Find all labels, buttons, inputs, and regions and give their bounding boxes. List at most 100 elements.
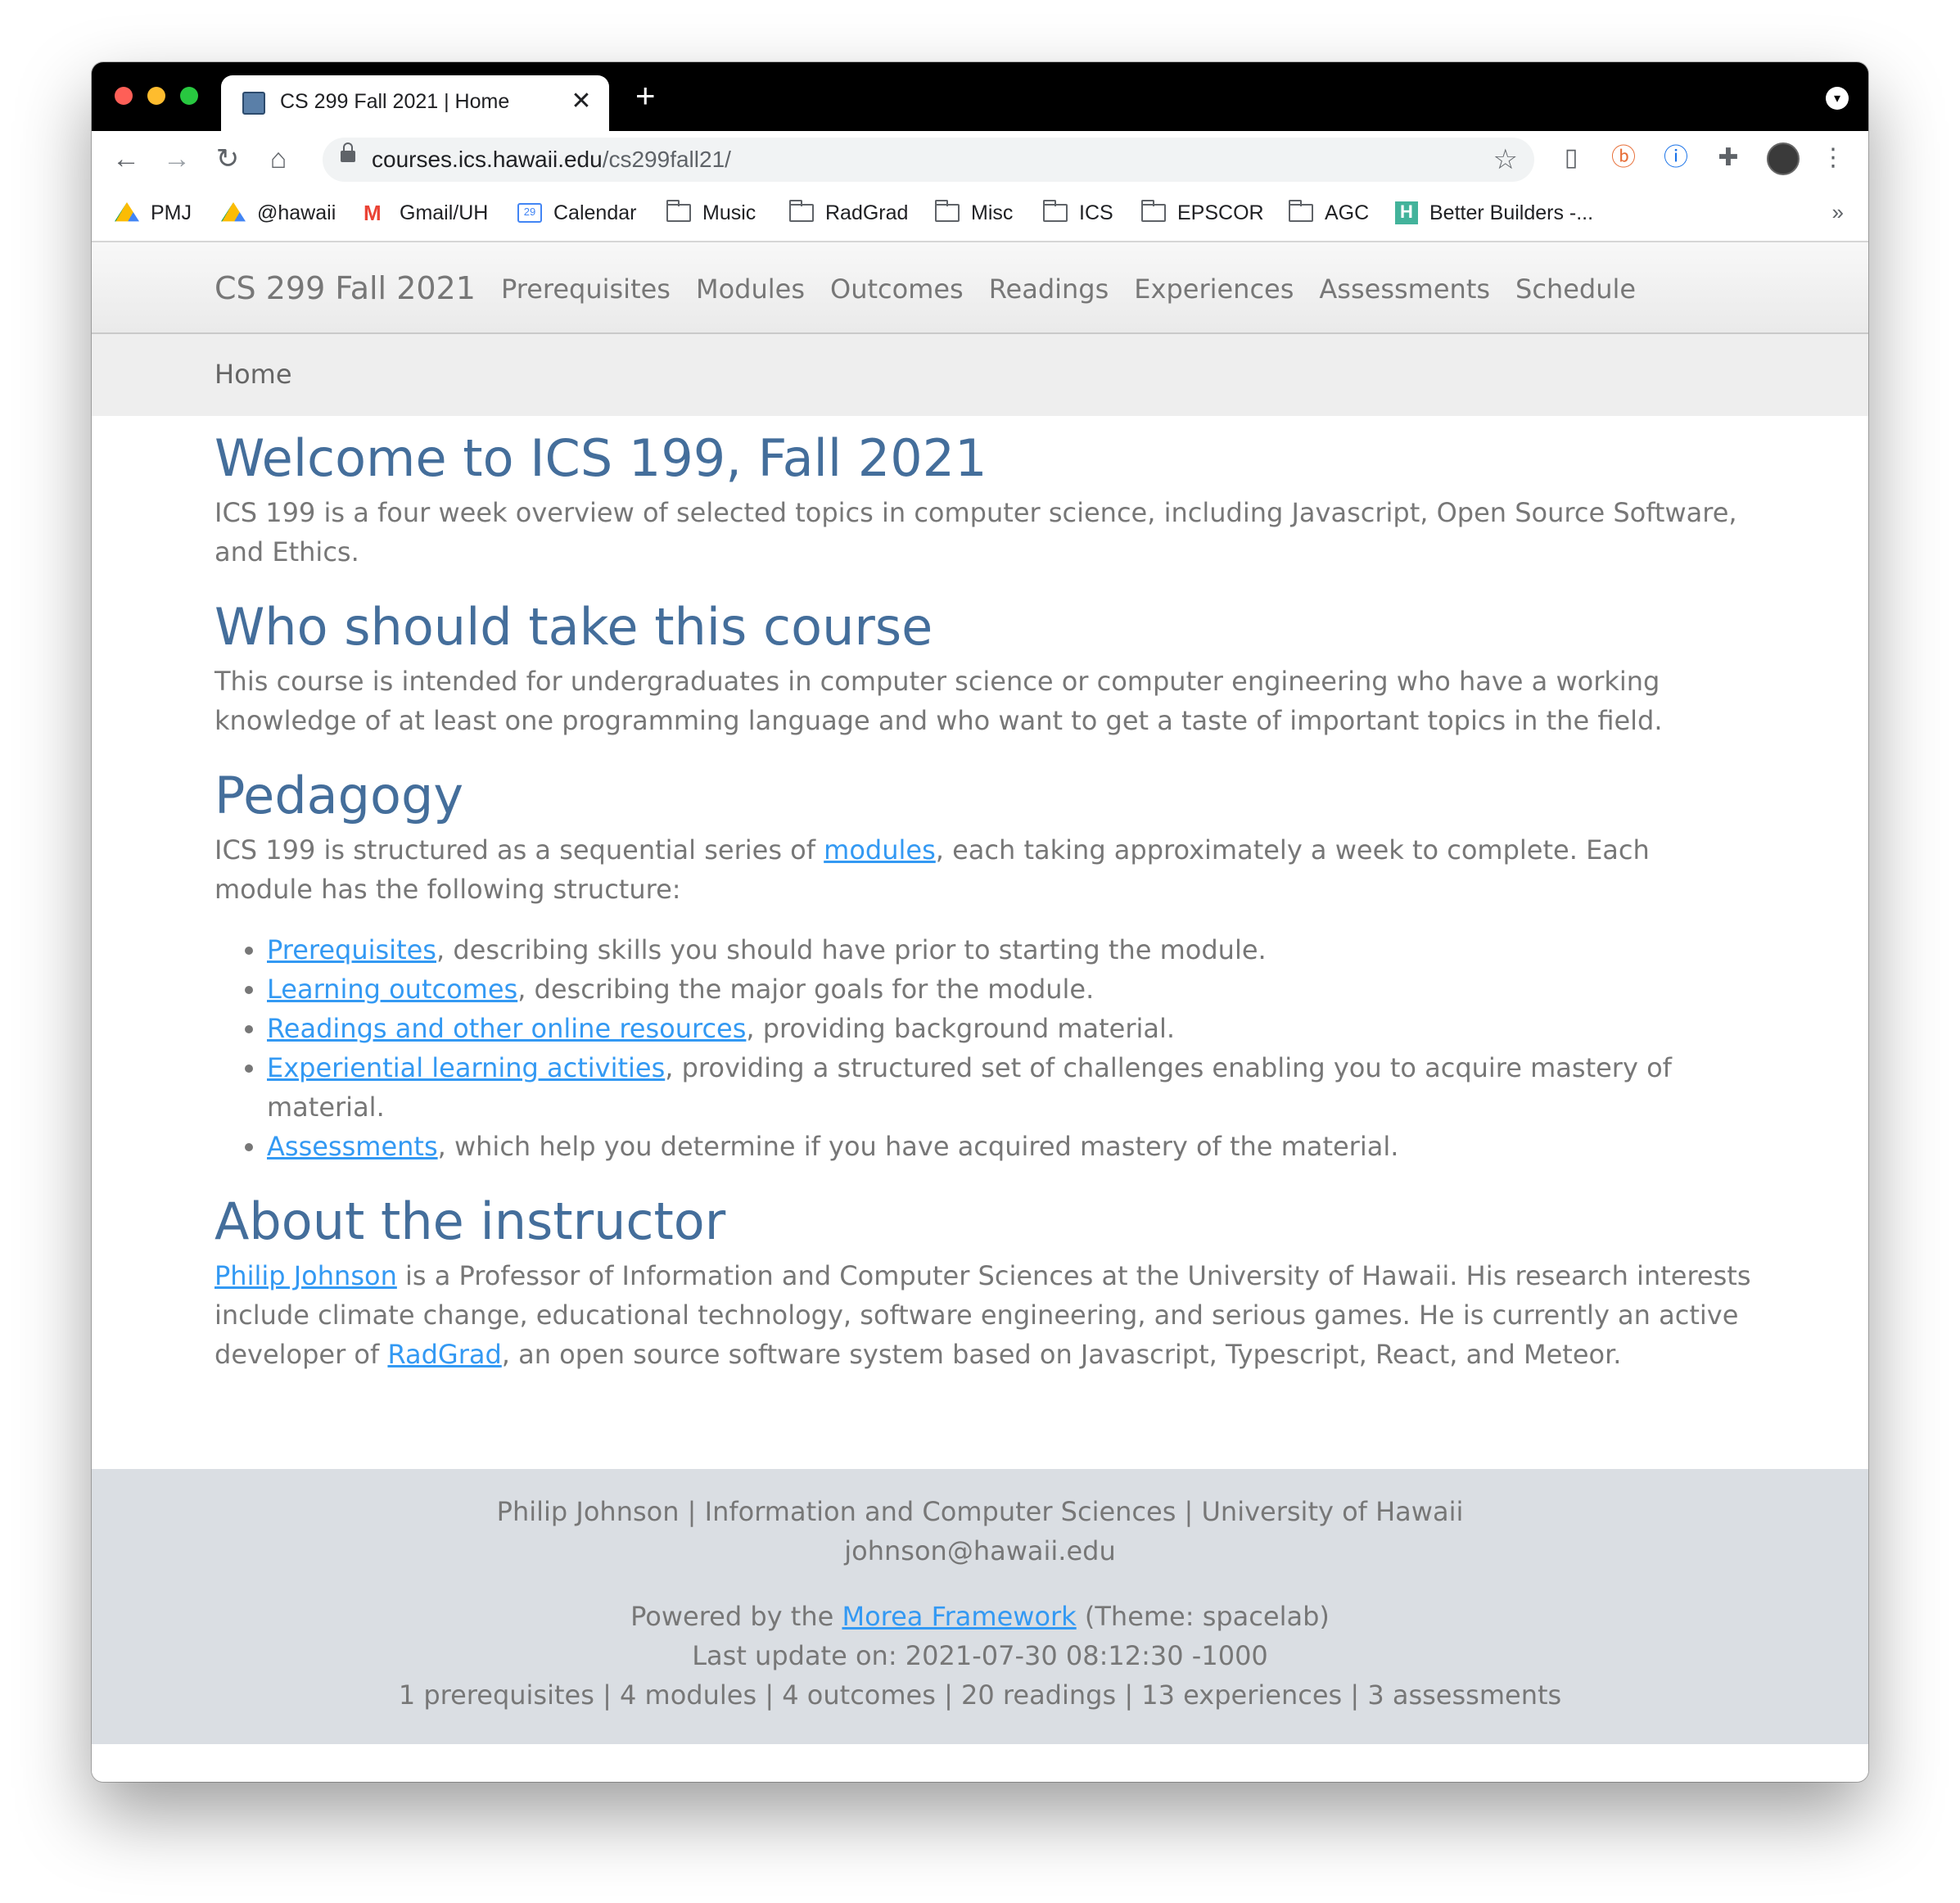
morea-framework-link[interactable]: Morea Framework xyxy=(842,1601,1076,1632)
nav-readings[interactable]: Readings xyxy=(989,273,1109,305)
bookmark-label: Gmail/UH xyxy=(400,201,489,224)
back-arrow-icon[interactable]: ← xyxy=(110,142,142,175)
footer-affiliation: Philip Johnson | Information and Compute… xyxy=(496,1496,1464,1527)
list-item-text: , describing skills you should have prio… xyxy=(436,934,1267,965)
powered-text: (Theme: spacelab) xyxy=(1076,1601,1330,1632)
pedagogy-text: ICS 199 is structured as a sequential se… xyxy=(215,834,824,866)
active-tab[interactable]: CS 299 Fall 2021 | Home ✕ xyxy=(221,75,609,131)
new-tab-button[interactable]: + xyxy=(635,79,656,113)
bookmark-pmj[interactable]: PMJ xyxy=(115,198,192,228)
instructor-text: , an open source software system based o… xyxy=(501,1339,1622,1370)
bookmark-folder-music[interactable]: Music xyxy=(666,198,756,228)
reload-icon[interactable]: ↻ xyxy=(211,142,244,175)
favicon-icon xyxy=(242,92,265,115)
main-content: Welcome to ICS 199, Fall 2021 ICS 199 is… xyxy=(215,416,1754,1374)
password-manager-icon[interactable]: ⓘ xyxy=(1660,142,1691,174)
more-bookmarks-chevron-icon[interactable]: » xyxy=(1832,200,1844,225)
menu-kebab-icon[interactable]: ⋮ xyxy=(1818,142,1849,174)
list-item-text: , which help you determine if you have a… xyxy=(437,1131,1399,1162)
footer-stats: 1 prerequisites | 4 modules | 4 outcomes… xyxy=(398,1679,1562,1711)
footer-powered-by: Powered by the Morea Framework (Theme: s… xyxy=(92,1597,1868,1636)
bookmarks-bar: PMJ @hawaii M Gmail/UH 29 Calendar Music R… xyxy=(92,187,1868,242)
bookmark-better-builders[interactable]: H Better Builders -... xyxy=(1395,198,1593,228)
bookmark-folder-radgrad[interactable]: RadGrad xyxy=(789,198,908,228)
prerequisites-link[interactable]: Prerequisites xyxy=(267,934,436,965)
bookmark-star-icon[interactable]: ☆ xyxy=(1493,143,1518,176)
bookmark-label: AGC xyxy=(1325,201,1370,224)
browser-toolbar: ← → ↻ ⌂ courses.ics.hawaii.edu/cs299fall… xyxy=(92,131,1868,187)
minimize-window-button[interactable] xyxy=(147,87,165,105)
footer-last-update: Last update on: 2021-07-30 08:12:30 -100… xyxy=(692,1640,1268,1671)
tab-title: CS 299 Fall 2021 | Home xyxy=(280,90,510,113)
who-paragraph: This course is intended for undergraduat… xyxy=(215,666,1663,736)
site-footer: Philip Johnson | Information and Compute… xyxy=(92,1469,1868,1744)
nav-assessments[interactable]: Assessments xyxy=(1319,273,1490,305)
footer-email: johnson@hawaii.edu xyxy=(844,1535,1116,1566)
zoom-window-button[interactable] xyxy=(180,87,198,105)
close-window-button[interactable] xyxy=(115,87,133,105)
forward-arrow-icon[interactable]: → xyxy=(160,142,193,175)
extensions-puzzle-icon[interactable]: ✚ xyxy=(1713,142,1744,174)
nav-outcomes[interactable]: Outcomes xyxy=(830,273,964,305)
folder-icon xyxy=(1043,200,1068,222)
breadcrumb: Home xyxy=(92,334,1868,416)
folder-icon xyxy=(789,200,814,222)
bookmark-folder-misc[interactable]: Misc xyxy=(935,198,1013,228)
folder-icon xyxy=(1141,200,1166,222)
philip-johnson-link[interactable]: Philip Johnson xyxy=(215,1260,397,1291)
radgrad-link[interactable]: RadGrad xyxy=(387,1339,501,1370)
google-drive-icon xyxy=(221,202,246,222)
list-item: Assessments, which help you determine if… xyxy=(267,1127,1754,1166)
who-heading: Who should take this course xyxy=(215,597,933,657)
powered-text: Powered by the xyxy=(630,1601,842,1632)
assessments-link[interactable]: Assessments xyxy=(267,1131,438,1162)
list-item: Readings and other online resources, pro… xyxy=(267,1009,1754,1048)
site-brand[interactable]: CS 299 Fall 2021 xyxy=(215,270,476,306)
page-content: CS 299 Fall 2021 Prerequisites Modules O… xyxy=(92,242,1868,1782)
bookmark-calendar[interactable]: 29 Calendar xyxy=(517,198,636,228)
google-drive-icon xyxy=(115,202,139,222)
bookmark-label: ICS xyxy=(1079,201,1113,224)
list-item: Experiential learning activities, provid… xyxy=(267,1048,1754,1127)
browser-window: CS 299 Fall 2021 | Home ✕ + ▾ ← → ↻ ⌂ co… xyxy=(92,62,1868,1782)
learning-outcomes-link[interactable]: Learning outcomes xyxy=(267,974,517,1005)
readings-link[interactable]: Readings and other online resources xyxy=(267,1013,746,1044)
lock-icon[interactable] xyxy=(341,142,355,162)
nav-links: Prerequisites Modules Outcomes Readings … xyxy=(501,273,1636,305)
address-bar[interactable]: courses.ics.hawaii.edu/cs299fall21/ ☆ xyxy=(323,138,1534,182)
bookmark-label: PMJ xyxy=(151,201,192,224)
bookmark-gmail[interactable]: M Gmail/UH xyxy=(364,198,488,228)
list-item-text: , describing the major goals for the mod… xyxy=(517,974,1095,1005)
experiential-activities-link[interactable]: Experiential learning activities xyxy=(267,1052,665,1083)
nav-modules[interactable]: Modules xyxy=(696,273,805,305)
folder-icon xyxy=(1289,200,1313,222)
b-extension-icon[interactable]: ⓑ xyxy=(1608,142,1639,174)
breadcrumb-home: Home xyxy=(215,359,292,390)
url-text[interactable]: courses.ics.hawaii.edu/cs299fall21/ xyxy=(372,147,731,173)
site-navbar: CS 299 Fall 2021 Prerequisites Modules O… xyxy=(92,242,1868,334)
modules-link[interactable]: modules xyxy=(824,834,936,866)
bookmark-folder-epscor[interactable]: EPSCOR xyxy=(1141,198,1264,228)
bookmark-hawaii[interactable]: @hawaii xyxy=(221,198,336,228)
nav-schedule[interactable]: Schedule xyxy=(1515,273,1636,305)
instructor-paragraph: Philip Johnson is a Professor of Informa… xyxy=(215,1256,1754,1374)
gmail-icon: M xyxy=(364,200,382,225)
close-tab-icon[interactable]: ✕ xyxy=(567,87,596,116)
bookmark-folder-ics[interactable]: ICS xyxy=(1043,198,1113,228)
home-icon[interactable]: ⌂ xyxy=(262,142,295,175)
folder-icon xyxy=(935,200,960,222)
bookmark-label: RadGrad xyxy=(825,201,909,224)
bookmark-label: EPSCOR xyxy=(1177,201,1264,224)
calendar-icon: 29 xyxy=(517,203,542,223)
module-structure-list: Prerequisites, describing skills you sho… xyxy=(215,930,1754,1166)
nav-experiences[interactable]: Experiences xyxy=(1134,273,1294,305)
bookmark-label: @hawaii xyxy=(257,201,336,224)
tab-search-icon[interactable]: ▾ xyxy=(1826,87,1849,110)
profile-avatar[interactable] xyxy=(1767,142,1800,175)
nav-prerequisites[interactable]: Prerequisites xyxy=(501,273,671,305)
welcome-paragraph: ICS 199 is a four week overview of selec… xyxy=(215,497,1737,567)
list-item: Prerequisites, describing skills you sho… xyxy=(267,930,1754,970)
bookmark-folder-agc[interactable]: AGC xyxy=(1289,198,1369,228)
tab-strip: CS 299 Fall 2021 | Home ✕ + ▾ xyxy=(92,62,1868,131)
reader-extension-icon[interactable]: ▯ xyxy=(1556,142,1587,174)
